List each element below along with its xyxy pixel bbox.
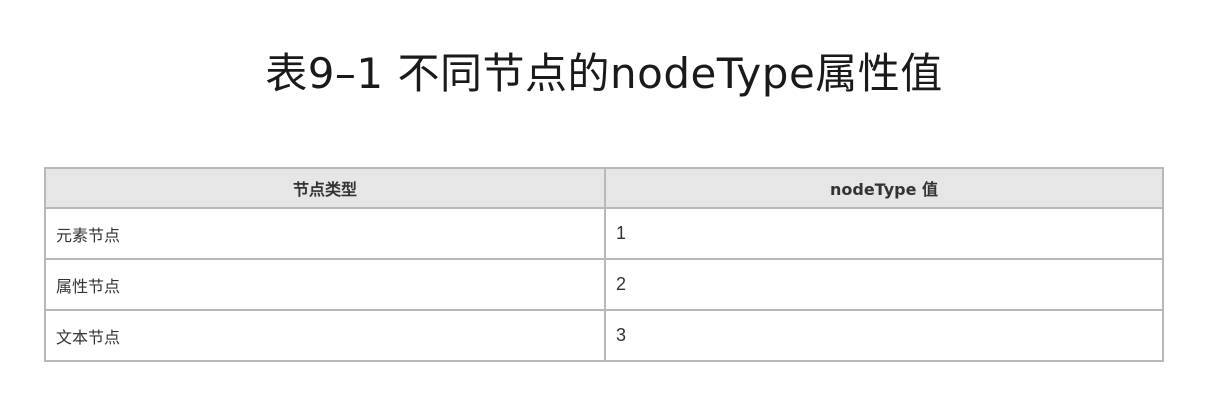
table-row: 元素节点 1 — [44, 207, 1164, 260]
node-type-table-container: 节点类型 nodeType 值 元素节点 1 属性节点 2 文本节点 3 — [44, 167, 1164, 362]
page-title: 表9–1 不同节点的nodeType属性值 — [265, 49, 943, 98]
table-row: 属性节点 2 — [44, 258, 1164, 311]
cell-nodetype-value: 2 — [604, 258, 1164, 311]
column-header-nodetype-value: nodeType 值 — [604, 167, 1164, 209]
cell-nodetype-value: 1 — [604, 207, 1164, 260]
table-row: 文本节点 3 — [44, 309, 1164, 362]
column-header-node-type: 节点类型 — [44, 167, 606, 209]
cell-nodetype-value: 3 — [604, 309, 1164, 362]
node-type-table: 节点类型 nodeType 值 元素节点 1 属性节点 2 文本节点 3 — [44, 167, 1164, 362]
cell-node-type: 元素节点 — [44, 207, 606, 260]
cell-node-type: 属性节点 — [44, 258, 606, 311]
table-header-row: 节点类型 nodeType 值 — [44, 167, 1164, 209]
cell-node-type: 文本节点 — [44, 309, 606, 362]
